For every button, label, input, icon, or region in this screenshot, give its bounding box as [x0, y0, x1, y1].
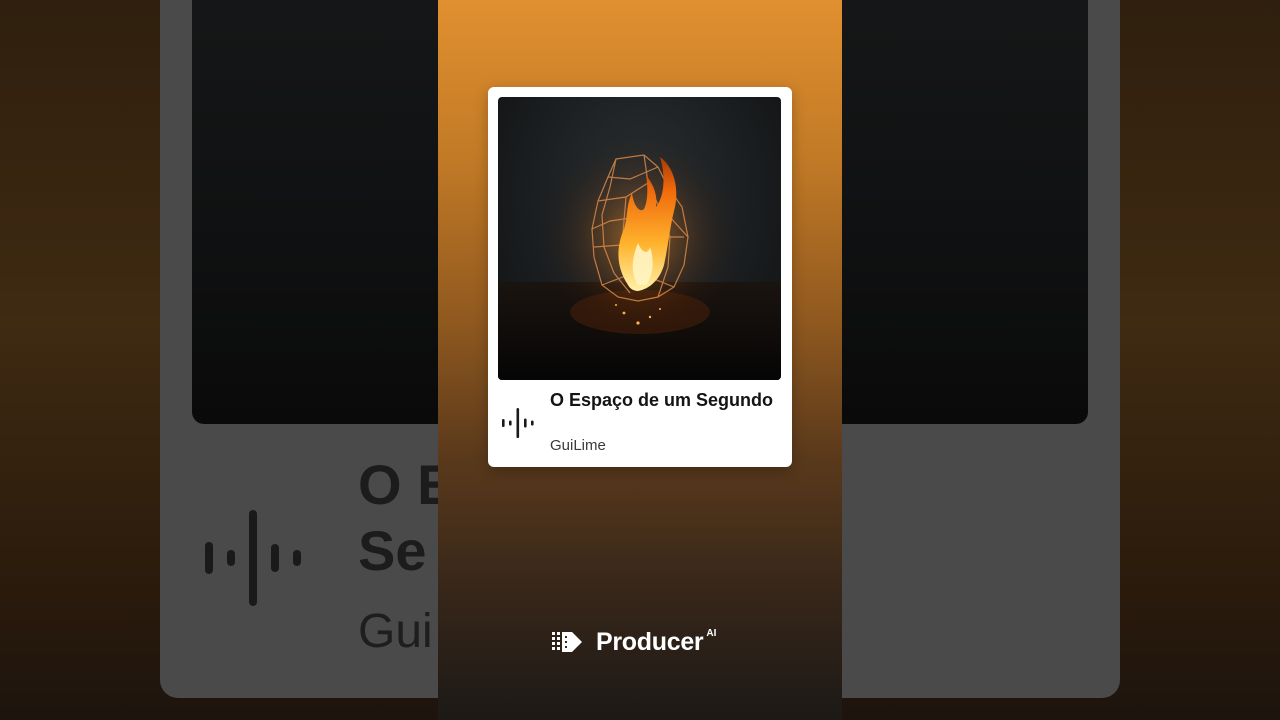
producer-ai-logo: Producer AI [552, 624, 716, 660]
background-artist-name: Gui [358, 605, 433, 658]
vertical-video-panel: O Espaço de um Segundo GuiLime Producer … [438, 0, 842, 720]
background-waveform-icon [205, 510, 301, 606]
video-frame: O E Se Gui O Espaço de um Segundo GuiLim… [0, 0, 1280, 720]
brand-name: Producer [596, 628, 704, 656]
burning-wire-cage-artwork [498, 117, 781, 380]
producer-logo-icon [552, 632, 582, 652]
brand-superscript: AI [706, 628, 717, 639]
artist-name: GuiLime [550, 437, 606, 454]
song-title: O Espaço de um Segundo [550, 390, 774, 410]
cover-art [498, 97, 781, 380]
song-card[interactable]: O Espaço de um Segundo GuiLime [488, 87, 792, 467]
waveform-icon [502, 408, 534, 438]
